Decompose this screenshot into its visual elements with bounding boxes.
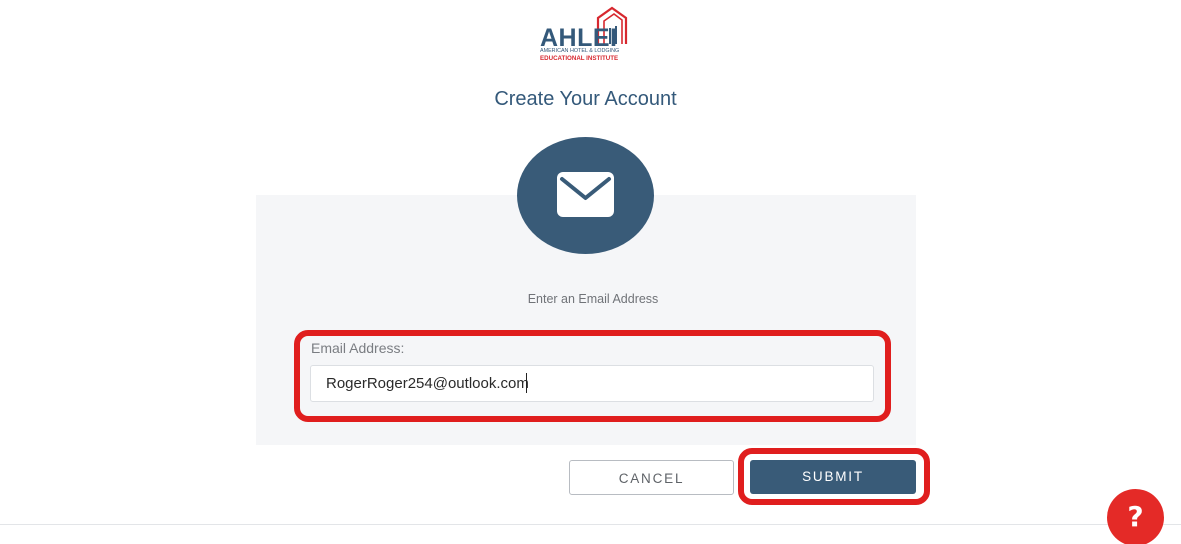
ahlei-logo: AHLEI AMERICAN HOTEL & LODGING EDUCATION… [538, 4, 634, 66]
text-cursor [526, 373, 527, 393]
email-field[interactable] [310, 365, 874, 402]
logo-subtagline: EDUCATIONAL INSTITUTE [540, 55, 619, 62]
email-field-label: Email Address: [311, 340, 405, 356]
submit-button[interactable]: SUBMIT [750, 460, 916, 494]
help-button[interactable]: ? [1107, 489, 1164, 544]
envelope-icon [557, 172, 614, 217]
cancel-button[interactable]: CANCEL [569, 460, 734, 495]
logo-tagline: AMERICAN HOTEL & LODGING [540, 48, 620, 54]
envelope-badge [517, 137, 654, 254]
page-title: Create Your Account [494, 88, 677, 110]
instruction-text: Enter an Email Address [527, 292, 659, 306]
help-icon: ? [1127, 500, 1144, 533]
create-account-page: AHLEI AMERICAN HOTEL & LODGING EDUCATION… [0, 0, 1181, 544]
footer-divider [0, 524, 1181, 525]
